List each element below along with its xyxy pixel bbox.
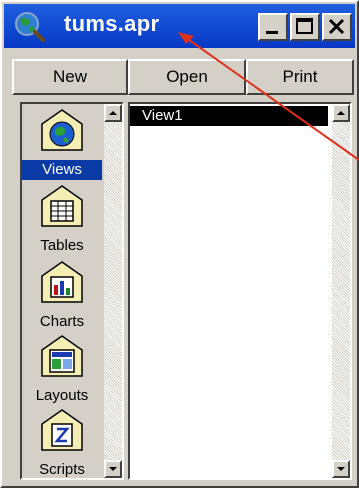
doc-type-scripts[interactable]: Scripts <box>22 406 102 480</box>
maximize-button[interactable] <box>290 13 320 41</box>
list-item-view1[interactable]: View1 <box>130 106 328 126</box>
close-button[interactable] <box>322 13 352 41</box>
script-icon <box>41 409 83 451</box>
arrow-down-icon <box>337 467 345 471</box>
minimize-button[interactable] <box>258 13 288 41</box>
doc-type-layouts[interactable]: Layouts <box>22 332 102 406</box>
arrow-up-icon <box>109 111 117 115</box>
list-scroll-up-button[interactable] <box>332 104 350 122</box>
list-scroll-down-button[interactable] <box>332 460 350 478</box>
sidebar-scroll-down-button[interactable] <box>104 460 122 478</box>
minimize-icon <box>266 31 278 34</box>
project-window: tums.apr New Open Print Views Tables Cha… <box>0 0 359 488</box>
window-title: tums.apr <box>64 11 160 36</box>
arrow-up-icon <box>337 111 345 115</box>
open-button[interactable]: Open <box>128 59 246 95</box>
doc-type-charts[interactable]: Charts <box>22 258 102 332</box>
table-icon <box>41 185 83 227</box>
document-type-sidebar: Views Tables Charts Layouts Scripts <box>20 102 124 480</box>
new-button[interactable]: New <box>12 59 128 95</box>
globe-icon <box>41 109 83 151</box>
sidebar-scroll-up-button[interactable] <box>104 104 122 122</box>
doc-type-label: Tables <box>40 237 84 254</box>
doc-type-tables[interactable]: Tables <box>22 182 102 256</box>
document-type-list: Views Tables Charts Layouts Scripts <box>22 104 104 478</box>
globe-magnifier-icon <box>15 12 45 42</box>
document-list: View1 <box>128 102 352 480</box>
doc-type-label: Charts <box>39 313 85 330</box>
title-bar[interactable]: tums.apr <box>4 4 355 48</box>
doc-type-views[interactable]: Views <box>22 106 102 180</box>
doc-type-label: Layouts <box>35 387 89 404</box>
layout-icon <box>41 335 83 377</box>
sidebar-scrollbar[interactable] <box>104 104 122 478</box>
arrow-down-icon <box>109 467 117 471</box>
list-scrollbar[interactable] <box>332 104 350 478</box>
close-icon <box>328 18 345 35</box>
doc-type-label: Views <box>22 160 102 180</box>
maximize-icon <box>296 18 313 34</box>
bar-chart-icon <box>41 261 83 303</box>
doc-type-label: Scripts <box>39 461 85 478</box>
print-button[interactable]: Print <box>246 59 354 95</box>
